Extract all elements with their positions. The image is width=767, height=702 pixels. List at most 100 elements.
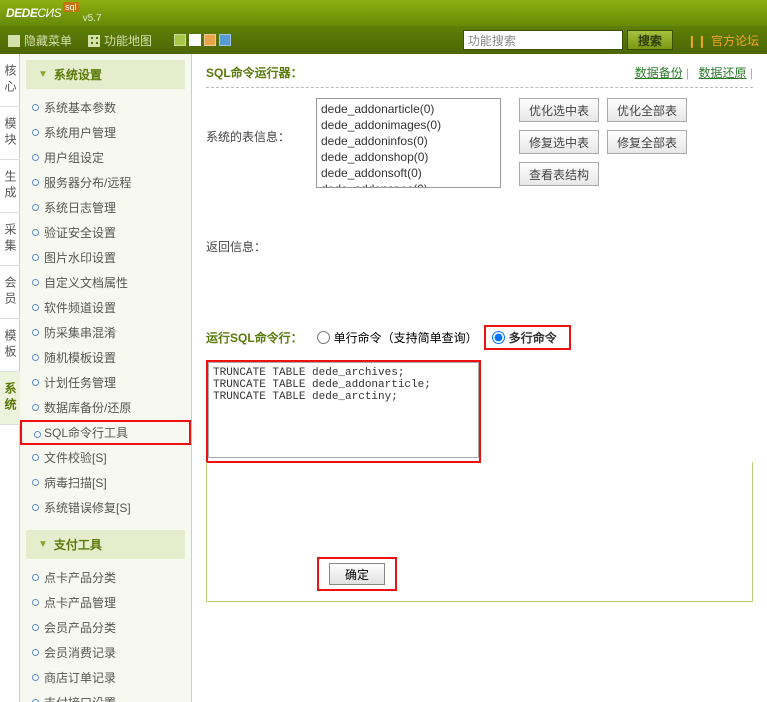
vtab-core[interactable]: 核心 (0, 54, 21, 107)
arrow-down-icon: ▼ (38, 69, 48, 80)
color-squares (174, 34, 231, 46)
repair-all-button[interactable]: 修复全部表 (607, 130, 687, 154)
search-input[interactable] (463, 30, 623, 50)
table-row[interactable]: dede_addonsoft(0) (319, 165, 498, 181)
sidebar-list-settings: 系统基本参数系统用户管理用户组设定服务器分布/远程系统日志管理验证安全设置图片水… (20, 91, 191, 528)
optimize-selected-button[interactable]: 优化选中表 (519, 98, 599, 122)
optimize-all-button[interactable]: 优化全部表 (607, 98, 687, 122)
return-info-label: 返回信息： (206, 238, 753, 255)
submit-highlight: 确定 (317, 557, 397, 591)
vtab-collect[interactable]: 采集 (0, 213, 21, 266)
sidebar: ▼ 系统设置 系统基本参数系统用户管理用户组设定服务器分布/远程系统日志管理验证安… (20, 54, 192, 702)
sidebar-item[interactable]: 计划任务管理 (20, 370, 191, 395)
single-cmd-label: 单行命令（支持简单查询） (334, 329, 478, 346)
top-links: 数据备份 | 数据还原 | (629, 64, 753, 81)
table-row[interactable]: dede_addonshop(0) (319, 149, 498, 165)
sidebar-item[interactable]: 数据库备份/还原 (20, 395, 191, 420)
forum-label: 官方论坛 (711, 34, 759, 48)
button-row: 查看表结构 (519, 162, 687, 186)
button-row: 修复选中表 修复全部表 (519, 130, 687, 154)
sidebar-item[interactable]: 图片水印设置 (20, 245, 191, 270)
func-map-link[interactable]: 功能地图 (88, 32, 152, 49)
table-row[interactable]: dede_addonarticle(0) (319, 101, 498, 117)
sidebar-section-payment[interactable]: ▼支付工具 (26, 530, 185, 559)
sidebar-item[interactable]: 支付接口设置 (20, 690, 191, 702)
sidebar-item[interactable]: 商店订单记录 (20, 665, 191, 690)
section-label: 系统设置 (54, 66, 102, 83)
multi-cmd-label: 多行命令 (509, 329, 557, 346)
square-orange[interactable] (204, 34, 216, 46)
content-area: SQL命令运行器： 数据备份 | 数据还原 | 系统的表信息： dede_add… (192, 54, 767, 702)
sidebar-item[interactable]: 点卡产品管理 (20, 590, 191, 615)
backup-link[interactable]: 数据备份 (635, 66, 683, 80)
page-title: SQL命令运行器： (206, 66, 303, 80)
table-row[interactable]: dede_addoninfos(0) (319, 133, 498, 149)
logo-thin: CИS (37, 6, 61, 20)
square-blue[interactable] (219, 34, 231, 46)
sidebar-item[interactable]: SQL命令行工具 (20, 420, 191, 445)
sidebar-item[interactable]: 用户组设定 (20, 145, 191, 170)
func-map-label: 功能地图 (104, 34, 152, 48)
repair-selected-button[interactable]: 修复选中表 (519, 130, 599, 154)
sidebar-item[interactable]: 系统基本参数 (20, 95, 191, 120)
sidebar-list-payment: 点卡产品分类点卡产品管理会员产品分类会员消费记录商店订单记录支付接口设置配货方式… (20, 561, 191, 702)
square-green[interactable] (174, 34, 186, 46)
single-cmd-radio-wrap[interactable]: 单行命令（支持简单查询） (317, 329, 478, 346)
sidebar-item[interactable]: 随机模板设置 (20, 345, 191, 370)
logo: DEDECИS (6, 4, 61, 22)
section-label: 支付工具 (54, 536, 102, 553)
sidebar-item[interactable]: 点卡产品分类 (20, 565, 191, 590)
square-white[interactable] (189, 34, 201, 46)
grid-icon (88, 35, 100, 47)
vtab-module[interactable]: 模块 (0, 107, 21, 160)
restore-link[interactable]: 数据还原 (699, 66, 747, 80)
sidebar-item[interactable]: 会员产品分类 (20, 615, 191, 640)
search-button[interactable]: 搜索 (627, 30, 673, 50)
hide-menu-label: 隐藏菜单 (24, 34, 72, 48)
separator: | (686, 66, 689, 80)
vtab-template[interactable]: 模板 (0, 319, 21, 372)
sidebar-item[interactable]: 系统错误修复[S] (20, 495, 191, 520)
sidebar-item[interactable]: 验证安全设置 (20, 220, 191, 245)
sidebar-section-settings[interactable]: ▼ 系统设置 (26, 60, 185, 89)
sql-textarea[interactable] (208, 362, 479, 458)
bottom-panel: 确定 (206, 462, 753, 602)
vertical-tabs: 核心 模块 生成 采集 会员 模板 系统 (0, 54, 20, 702)
toolbar: 隐藏菜单 功能地图 搜索 ❙❙ 官方论坛 (0, 26, 767, 54)
sidebar-item[interactable]: 软件频道设置 (20, 295, 191, 320)
run-sql-label: 运行SQL命令行： (206, 329, 303, 346)
page-title-row: SQL命令运行器： 数据备份 | 数据还原 | (206, 64, 753, 88)
sidebar-item[interactable]: 防采集串混淆 (20, 320, 191, 345)
submit-button[interactable]: 确定 (329, 563, 385, 585)
table-info-label: 系统的表信息： (206, 98, 316, 145)
vtab-member[interactable]: 会员 (0, 266, 21, 319)
sidebar-item[interactable]: 会员消费记录 (20, 640, 191, 665)
app-header: DEDECИS sql v5.7 (0, 0, 767, 26)
sql-badge: sql (63, 2, 79, 12)
sidebar-item[interactable]: 系统日志管理 (20, 195, 191, 220)
multi-cmd-highlight: 多行命令 (484, 325, 571, 350)
vtab-system[interactable]: 系统 (0, 372, 21, 425)
table-row[interactable]: dede_addonimages(0) (319, 117, 498, 133)
forum-link[interactable]: ❙❙ 官方论坛 (687, 32, 759, 49)
table-row[interactable]: dede_addonspec(0) (319, 181, 498, 188)
sidebar-item[interactable]: 自定义文档属性 (20, 270, 191, 295)
separator: | (750, 66, 753, 80)
multi-cmd-radio-wrap[interactable]: 多行命令 (492, 329, 557, 346)
sidebar-item[interactable]: 服务器分布/远程 (20, 170, 191, 195)
sidebar-item[interactable]: 病毒扫描[S] (20, 470, 191, 495)
view-structure-button[interactable]: 查看表结构 (519, 162, 599, 186)
button-row: 优化选中表 优化全部表 (519, 98, 687, 122)
sidebar-item[interactable]: 系统用户管理 (20, 120, 191, 145)
sql-textarea-highlight (206, 360, 481, 463)
sound-icon: ❙❙ (687, 34, 707, 48)
hide-menu-link[interactable]: 隐藏菜单 (8, 32, 72, 49)
sidebar-item[interactable]: 文件校验[S] (20, 445, 191, 470)
table-info-row: 系统的表信息： dede_addonarticle(0)dede_addonim… (206, 98, 753, 188)
table-list[interactable]: dede_addonarticle(0)dede_addonimages(0)d… (316, 98, 501, 188)
button-column: 优化选中表 优化全部表 修复选中表 修复全部表 查看表结构 (519, 98, 687, 186)
single-cmd-radio[interactable] (317, 331, 330, 344)
version-label: v5.7 (83, 13, 102, 24)
multi-cmd-radio[interactable] (492, 331, 505, 344)
vtab-generate[interactable]: 生成 (0, 160, 21, 213)
